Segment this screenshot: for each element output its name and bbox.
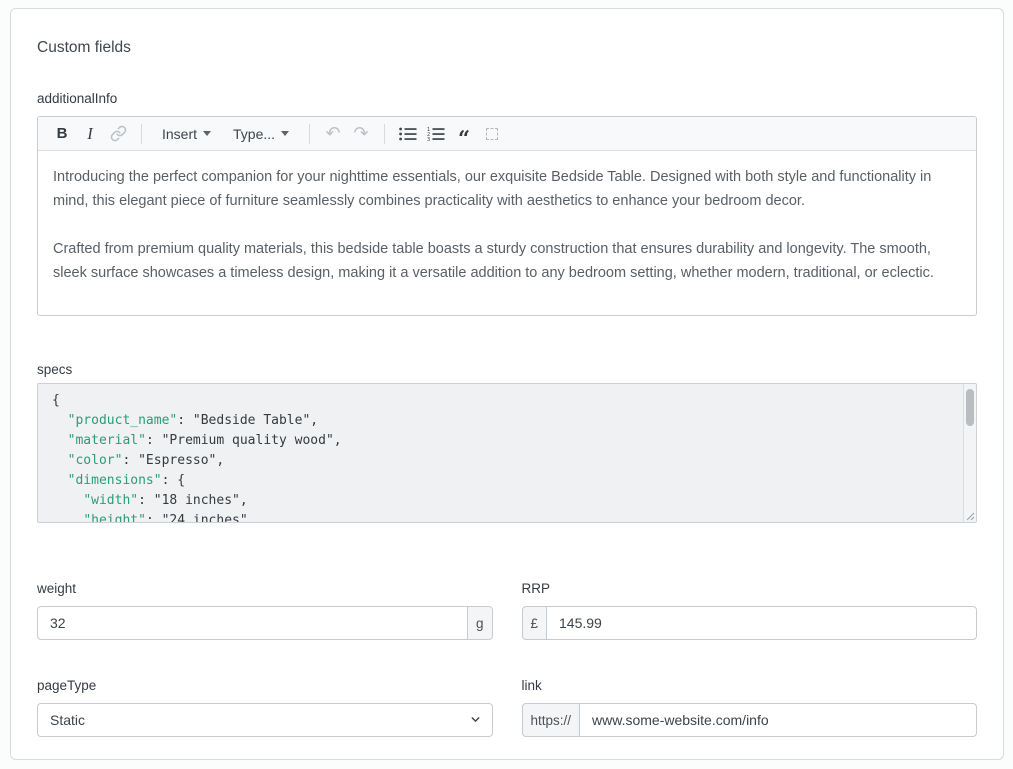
page-type-field-group: pageType Static	[37, 678, 493, 737]
dashed-box-icon	[486, 128, 498, 140]
weight-label: weight	[37, 581, 493, 596]
toolbar-divider	[141, 124, 142, 144]
paragraph: Crafted from premium quality materials, …	[53, 237, 961, 285]
weight-field-group: weight g	[37, 581, 493, 640]
toolbar-divider	[384, 124, 385, 144]
blockquote-icon: “	[458, 134, 470, 144]
field-row: weight g RRP £	[37, 581, 977, 640]
rrp-label: RRP	[522, 581, 978, 596]
scrollbar-track[interactable]	[963, 384, 976, 522]
link-button[interactable]	[104, 120, 132, 148]
specs-code-editor[interactable]: { "product_name": "Bedside Table", "mate…	[37, 383, 977, 523]
link-label: link	[522, 678, 978, 693]
editor-toolbar: B I Insert Type...	[38, 117, 976, 151]
toolbar-divider	[309, 124, 310, 144]
redo-icon: ↷	[354, 123, 369, 144]
numbered-list-button[interactable]: 1 2 3	[422, 120, 450, 148]
dashed-box-button[interactable]	[478, 120, 506, 148]
additional-info-label: additionalInfo	[37, 91, 977, 106]
insert-dropdown-label: Insert	[162, 126, 197, 142]
italic-button[interactable]: I	[76, 120, 104, 148]
custom-fields-card: Custom fields additionalInfo B I Inse	[10, 8, 1004, 760]
numbered-list-icon: 1 2 3	[427, 127, 445, 141]
rich-text-content[interactable]: Introducing the perfect companion for yo…	[38, 151, 976, 316]
card-title: Custom fields	[37, 9, 977, 57]
chevron-down-icon	[203, 131, 211, 136]
scrollbar-thumb[interactable]	[966, 389, 974, 426]
page: Custom fields additionalInfo B I Inse	[0, 0, 1013, 769]
rrp-input[interactable]	[546, 606, 977, 640]
specs-label: specs	[37, 362, 977, 377]
currency-addon: £	[522, 606, 548, 640]
resize-handle-icon[interactable]	[964, 510, 975, 521]
chevron-down-icon	[281, 131, 289, 136]
blockquote-button[interactable]: “	[450, 120, 478, 148]
type-dropdown-label: Type...	[233, 126, 275, 142]
insert-dropdown[interactable]: Insert	[156, 120, 217, 148]
rich-text-editor: B I Insert Type...	[37, 116, 977, 316]
link-field-group: link https://	[522, 678, 978, 737]
protocol-addon: https://	[522, 703, 581, 737]
bullet-list-button[interactable]	[394, 120, 422, 148]
bullet-list-icon	[399, 127, 417, 141]
rrp-field-group: RRP £	[522, 581, 978, 640]
bold-button[interactable]: B	[48, 120, 76, 148]
field-row: pageType Static link https://	[37, 678, 977, 737]
weight-unit-addon: g	[467, 606, 493, 640]
type-dropdown[interactable]: Type...	[227, 120, 295, 148]
undo-icon: ↶	[326, 123, 341, 144]
undo-button[interactable]: ↶	[319, 120, 347, 148]
link-icon	[110, 125, 127, 142]
paragraph: Introducing the perfect companion for yo…	[53, 165, 961, 213]
page-type-select[interactable]: Static	[37, 703, 493, 737]
specs-code: { "product_name": "Bedside Table", "mate…	[38, 384, 976, 523]
page-type-label: pageType	[37, 678, 493, 693]
svg-text:3: 3	[427, 137, 430, 141]
weight-input[interactable]	[37, 606, 468, 640]
link-input[interactable]	[579, 703, 977, 737]
redo-button[interactable]: ↷	[347, 120, 375, 148]
